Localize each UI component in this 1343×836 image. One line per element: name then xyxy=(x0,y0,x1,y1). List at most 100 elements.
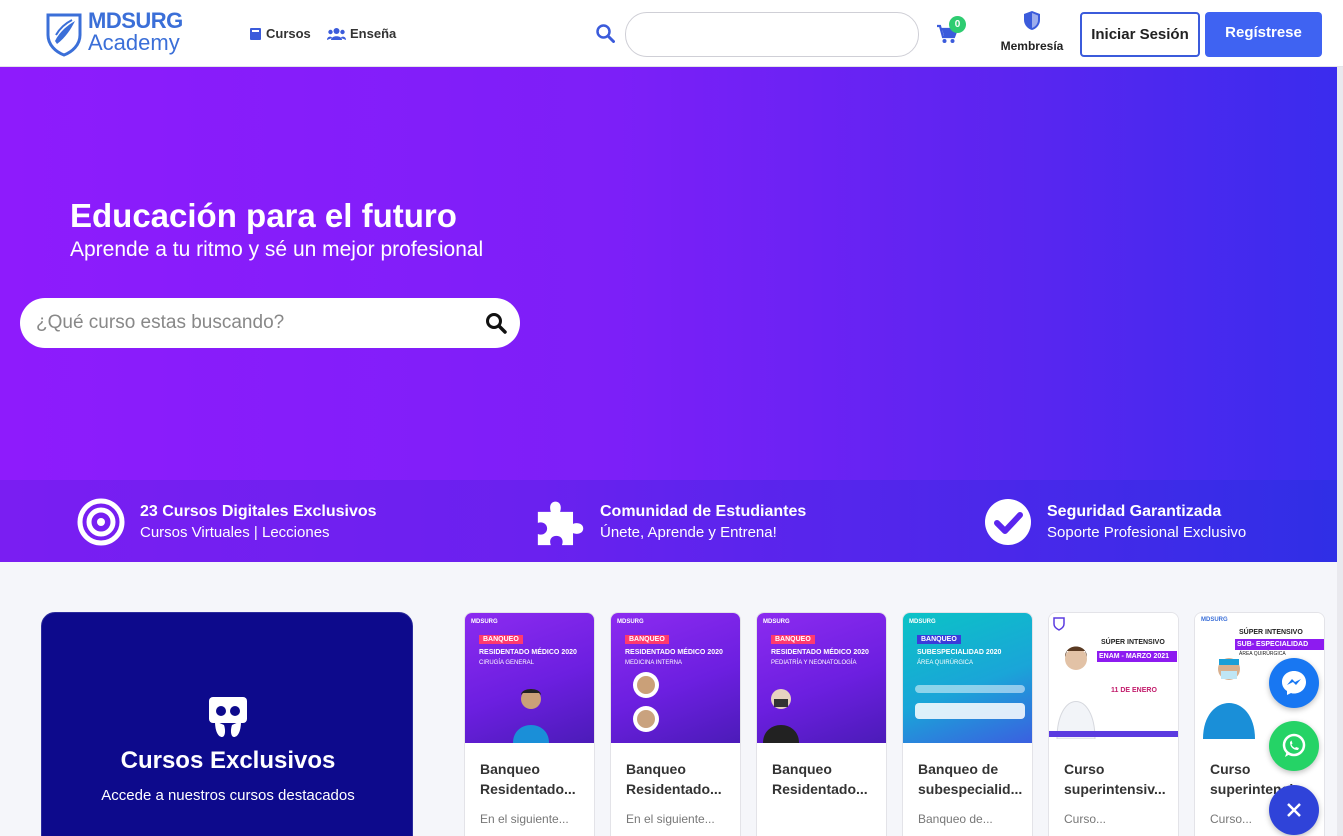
cart-count-badge: 0 xyxy=(949,16,966,33)
whatsapp-icon xyxy=(1282,733,1306,757)
top-search-input[interactable] xyxy=(625,12,919,57)
hero-search-bar xyxy=(20,298,520,348)
thumb-tag: SÚPER INTENSIVO xyxy=(1101,639,1165,646)
course-title-line2: Residentado... xyxy=(626,781,722,797)
course-title-line1: Banqueo xyxy=(480,761,540,777)
course-card[interactable]: MDSURG BANQUEO RESIDENTADO MÉDICO 2020 P… xyxy=(756,612,887,836)
page-scrollbar[interactable] xyxy=(1337,67,1343,836)
hero-subtitle: Aprende a tu ritmo y sé un mejor profesi… xyxy=(70,238,484,261)
shield-icon xyxy=(1024,11,1040,30)
feature-subtitle: Soporte Profesional Exclusivo xyxy=(1047,524,1247,541)
login-button[interactable]: Iniciar Sesión xyxy=(1080,12,1200,57)
search-icon[interactable] xyxy=(596,24,615,43)
whatsapp-button[interactable] xyxy=(1269,721,1319,771)
course-title-line2: Residentado... xyxy=(480,781,576,797)
course-card[interactable]: MDSURG BANQUEO RESIDENTADO MÉDICO 2020 M… xyxy=(610,612,741,836)
doctor-photo xyxy=(1203,658,1255,739)
course-thumbnail: SÚPER INTENSIVO ENAM - MARZO 2021 11 DE … xyxy=(1049,613,1178,743)
thumb-tag: BANQUEO xyxy=(479,635,523,644)
puzzle-icon xyxy=(537,501,584,546)
hero-title: Educación para el futuro xyxy=(70,197,457,234)
thumb-subheading: CIRUGÍA GENERAL xyxy=(479,660,535,666)
target-icon xyxy=(77,498,125,546)
course-thumbnail: MDSURG BANQUEO RESIDENTADO MÉDICO 2020 P… xyxy=(757,613,886,743)
check-circle-icon xyxy=(985,499,1031,545)
thumb-logo: MDSURG xyxy=(617,619,644,625)
course-title-line1: Banqueo de xyxy=(918,761,999,777)
close-icon xyxy=(1287,803,1301,817)
hero-search-input[interactable] xyxy=(36,298,476,348)
thumb-tag: BANQUEO xyxy=(771,635,815,644)
messenger-button[interactable] xyxy=(1269,658,1319,708)
membership-label: Membresía xyxy=(1000,39,1064,53)
feature-security: Seguridad Garantizada Soporte Profesiona… xyxy=(983,497,1246,547)
course-thumbnail: MDSURG BANQUEO SUBESPECIALIDAD 2020 ÁREA… xyxy=(903,613,1032,743)
thumb-subheading: ÁREA QUIRÚRGICA xyxy=(917,660,974,666)
exclusive-courses-panel: Cursos Exclusivos Accede a nuestros curs… xyxy=(41,612,413,836)
feature-courses: 23 Cursos Digitales Exclusivos Cursos Vi… xyxy=(76,497,377,547)
book-icon xyxy=(250,27,261,40)
course-title-line2: Residentado... xyxy=(772,781,868,797)
course-card[interactable]: MDSURG BANQUEO RESIDENTADO MÉDICO 2020 C… xyxy=(464,612,595,836)
feature-subtitle: Únete, Aprende y Entrena! xyxy=(600,524,777,541)
nav-link-cursos[interactable]: Cursos xyxy=(249,26,311,41)
course-thumbnail: MDSURG BANQUEO RESIDENTADO MÉDICO 2020 C… xyxy=(465,613,594,743)
doctor-photo xyxy=(1056,646,1096,739)
thumb-tag: SÚPER INTENSIVO xyxy=(1239,629,1303,636)
close-chat-button[interactable] xyxy=(1269,785,1319,835)
thumb-logo: MDSURG xyxy=(763,619,790,625)
feature-title: 23 Cursos Digitales Exclusivos xyxy=(140,503,377,520)
brand-name-line2: Academy xyxy=(88,30,180,55)
thumb-logo: MDSURG xyxy=(471,619,498,625)
shield-logo-icon xyxy=(1053,617,1065,631)
thumb-tag: BANQUEO xyxy=(917,635,961,644)
course-title-line1: Curso xyxy=(1064,761,1105,777)
thumb-heading: RESIDENTADO MÉDICO 2020 xyxy=(771,649,869,656)
course-description: En el siguiente... xyxy=(480,812,569,826)
thumb-heading: ENAM - MARZO 2021 xyxy=(1097,651,1177,662)
course-thumbnail: MDSURG BANQUEO RESIDENTADO MÉDICO 2020 M… xyxy=(611,613,740,743)
thumb-heading: SUBESPECIALIDAD 2020 xyxy=(917,649,1002,656)
thumb-subheading: MEDICINA INTERNA xyxy=(625,660,683,666)
thumb-decoration xyxy=(915,685,1025,693)
nav-link-label: Cursos xyxy=(266,26,311,41)
course-card[interactable]: MDSURG BANQUEO SUBESPECIALIDAD 2020 ÁREA… xyxy=(902,612,1033,836)
users-icon xyxy=(327,28,346,40)
doctor-photo xyxy=(633,672,659,732)
exclusive-title: Cursos Exclusivos xyxy=(120,747,336,774)
thumb-heading: RESIDENTADO MÉDICO 2020 xyxy=(625,649,723,656)
search-icon[interactable] xyxy=(485,312,507,334)
register-button[interactable]: Regístrese xyxy=(1205,12,1322,57)
doctor-photo xyxy=(763,689,799,743)
slideshare-icon xyxy=(209,697,247,737)
thumb-decoration xyxy=(1049,731,1178,737)
thumb-logo: MDSURG xyxy=(1201,617,1228,623)
thumb-decoration xyxy=(915,703,1025,719)
course-title-line2: superintensiv... xyxy=(1064,781,1166,797)
feature-community: Comunidad de Estudiantes Únete, Aprende … xyxy=(536,497,806,547)
shield-logo-icon xyxy=(46,13,82,57)
features-strip: 23 Cursos Digitales Exclusivos Cursos Vi… xyxy=(0,480,1343,562)
brand-name-line1: MDSURG xyxy=(88,8,183,33)
course-title-line2: subespecialid... xyxy=(918,781,1023,797)
thumb-subheading: 11 DE ENERO xyxy=(1111,687,1157,694)
course-description: En el siguiente... xyxy=(626,812,715,826)
hero-banner: Educación para el futuro Aprende a tu ri… xyxy=(0,67,1343,562)
feature-title: Seguridad Garantizada xyxy=(1047,503,1222,520)
exclusive-subtitle: Accede a nuestros cursos destacados xyxy=(101,787,355,804)
course-description: Banqueo de... xyxy=(918,812,993,826)
nav-link-ensena[interactable]: Enseña xyxy=(327,26,396,41)
brand-logo[interactable]: MDSURG Academy xyxy=(44,10,194,58)
course-title-line1: Banqueo xyxy=(626,761,686,777)
course-description: Curso... xyxy=(1064,812,1107,826)
course-card[interactable]: SÚPER INTENSIVO ENAM - MARZO 2021 11 DE … xyxy=(1048,612,1179,836)
course-title-line1: Banqueo xyxy=(772,761,832,777)
thumb-logo: MDSURG xyxy=(909,619,936,625)
messenger-icon xyxy=(1282,671,1306,695)
feature-subtitle: Cursos Virtuales | Lecciones xyxy=(140,524,330,541)
nav-link-label: Enseña xyxy=(350,26,397,41)
thumb-heading: RESIDENTADO MÉDICO 2020 xyxy=(479,649,577,656)
feature-title: Comunidad de Estudiantes xyxy=(600,503,807,520)
membership-link[interactable]: Membresía xyxy=(996,10,1068,53)
thumb-subheading: PEDIATRÍA Y NEONATOLOGÍA xyxy=(771,660,857,666)
